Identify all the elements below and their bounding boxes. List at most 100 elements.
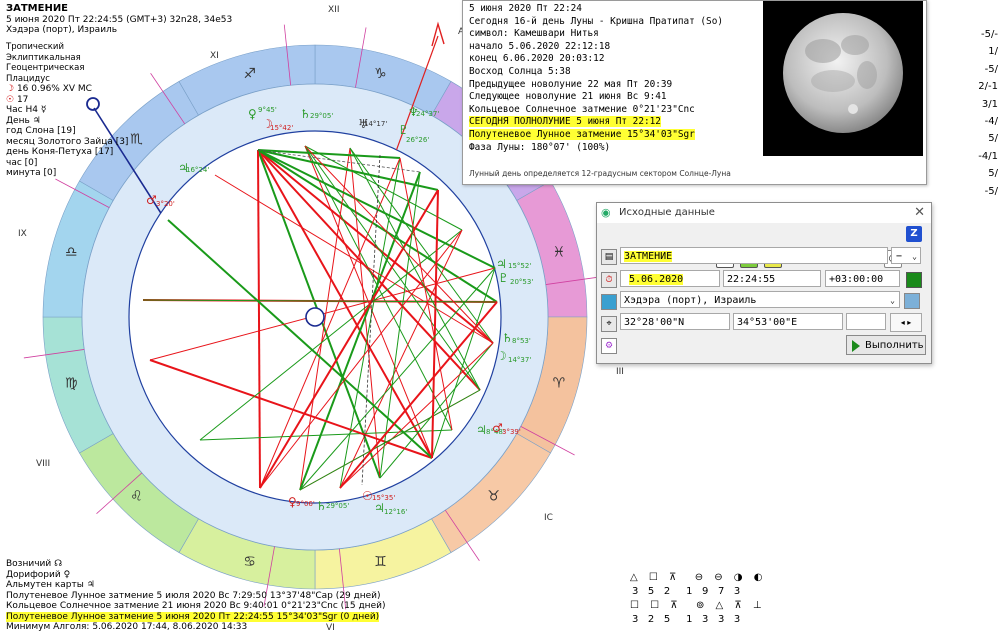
edge-value: 5/ (988, 133, 998, 145)
dialog-titlebar[interactable]: ◉ Исходные данные ✕ (597, 203, 931, 223)
edge-value: -4/ (984, 116, 998, 128)
zodiac-glyph-icon: ♑ (374, 66, 387, 82)
clock-icon[interactable]: ⏱ (601, 272, 617, 288)
dialog-toolbar: ⧉ 📋 ▤ ▪ ▫ K L H ♥ ☀ ◎ S ▭ ○ ◌ (600, 226, 926, 268)
aspect-values-row2: 3 2 5 1 3 3 3 (632, 614, 741, 625)
jupiter-icon: ♃ (86, 580, 95, 590)
planet-degree-label: 3°39' (502, 428, 521, 436)
moon-phase-line: Фаза Луны: 180°07' (100%) (469, 141, 611, 153)
zodiac-glyph-icon: ♉ (487, 489, 500, 505)
planet-degree-label: 8°53' (512, 337, 531, 345)
chart-datetime: 5 июня 2020 Пт 22:24:55 (GMT+3) 32n28, 3… (6, 14, 233, 25)
planet-degree-label: 9°06' (296, 500, 315, 508)
zodiac-glyph-icon: ♈ (553, 375, 566, 391)
edge-value: 1/ (988, 46, 998, 58)
planet-degree-label: 29°05' (326, 502, 349, 510)
planet-r2-icon: ♇ (498, 271, 509, 285)
chevron-down-icon: ⌄ (890, 296, 895, 305)
full-moon-highlight: СЕГОДНЯ ПОЛНОЛУНИЕ 5 июня Пт 22:12 (469, 116, 661, 128)
house-label-viii: VIII (36, 459, 50, 469)
latitude-input[interactable]: 32°28'00"N (620, 313, 730, 330)
hour-value: Час H4 (6, 105, 38, 115)
map-icon[interactable] (904, 293, 920, 309)
moon-line: Кольцевое Солнечное затмение 0°21'23"Cnc (469, 103, 695, 115)
hour-animal-value: час [0] (6, 157, 38, 168)
moon-node-icon: ☊ (54, 559, 63, 569)
edge-value: 3/1 (981, 98, 998, 110)
moon-line: Следующее новолуние 21 июня Вс 9:41 (469, 91, 667, 103)
globe-icon[interactable] (601, 294, 617, 310)
planet-degree-label: 14°17' (364, 120, 387, 128)
moon-info-popup: 5 июня 2020 Пт 22:24 Сегодня 16-й день Л… (462, 0, 927, 185)
eclipse-line: Полутеневое Лунное затмение 5 июля 2020 … (6, 590, 381, 601)
planet-degree-label: 15°42' (270, 124, 293, 132)
planet-r1-icon: ♃ (496, 257, 507, 271)
mc-label: MC (77, 84, 92, 94)
coordinates-icon: ⌖ (601, 316, 617, 332)
month-value: месяц Золотого Зайца [3] (6, 136, 129, 147)
edge-value: -5/ (984, 63, 998, 75)
dialog-title: Исходные данные (619, 207, 715, 218)
name-sign-select[interactable]: − ⌄ (891, 247, 921, 264)
center-circle (305, 307, 325, 327)
eclipse-line: Кольцевое Солнечное затмение 21 июня 202… (6, 601, 386, 611)
house-system: Плацидус (6, 73, 50, 84)
moon-line: 5 июня 2020 Пт 22:24 (469, 3, 582, 14)
bottom-info: Возничий ☊ Дорифорий ♀ Альмутен карты ♃ … (6, 559, 385, 633)
longitude-input[interactable]: 34°53'00"E (733, 313, 843, 330)
center-type: Геоцентрическая (6, 63, 85, 73)
chevron-down-icon: ⌄ (912, 252, 917, 261)
mercury-icon: ☿ (40, 105, 47, 115)
z-button[interactable]: Z (906, 226, 922, 242)
time-input[interactable]: 22:24:55 (723, 270, 821, 287)
moon-line: символ: Камешвари Нитья (469, 28, 599, 40)
status-square[interactable] (906, 272, 922, 288)
timezone-input[interactable]: +03:00:00 (825, 270, 900, 287)
name-input[interactable]: ЗАТМЕНИЕ (620, 247, 888, 264)
edge-value: 5/ (988, 168, 998, 180)
current-eclipse-highlight: Полутеневое Лунное затмение 5 июня 2020 … (6, 611, 380, 622)
planet-degree-label: 24°37' (416, 110, 439, 118)
arrow-icon (431, 21, 445, 47)
play-icon (852, 340, 860, 352)
charioteer-label: Возничий (6, 559, 52, 569)
place-select[interactable]: Хэдэра (порт), Израиль ⌄ (620, 291, 900, 308)
planet-ven-icon: ♀ (248, 107, 257, 121)
zodiac-glyph-icon: ♌ (130, 489, 143, 505)
right-edge-values: -5/- 1/ -5/ 2/-1 3/1 -4/ 5/ -4/1 5/ -5/ (938, 26, 998, 200)
moon-line: начало 5.06.2020 22:12:18 (469, 40, 611, 52)
zodiac-glyph-icon: ♓ (553, 245, 566, 261)
moon-icon: ☽ (6, 84, 15, 94)
run-button[interactable]: Выполнить (846, 335, 926, 355)
venus-icon: ♀ (63, 569, 71, 580)
planet-degree-label: 20°53' (510, 278, 533, 286)
full-moon-image (763, 1, 923, 156)
edge-value: 2/-1 (978, 81, 998, 93)
doryphory-label: Дорифорий (6, 569, 61, 580)
moon-phase-value: 16 0.96% XV (16, 84, 76, 94)
extra-input[interactable] (846, 313, 886, 330)
aspect-values-row1: 3 5 2 1 9 7 3 (632, 586, 741, 597)
settings-icon[interactable]: ⚙ (601, 338, 617, 354)
planet-r4-icon: ☽ (496, 349, 507, 363)
moon-footnote: Лунный день определяется 12-градусным се… (469, 169, 731, 178)
edge-value: -5/- (981, 29, 998, 40)
moon-line: Предыдущее новолуние 22 мая Пт 20:39 (469, 78, 673, 90)
date-input[interactable]: 5.06.2020 (620, 270, 720, 287)
scroll-arrows[interactable]: ◂ ▸ (890, 313, 922, 332)
close-icon[interactable]: ✕ (914, 205, 925, 220)
aspect-counts-panel: △ ☐ ⊼ ⊖ ⊖ ◑ ◐ 3 5 2 1 9 7 3 ☐ ☐ ⊼ ⊚ △ ⊼ … (630, 572, 770, 628)
house-label-xii: XII (328, 5, 339, 15)
zodiac-glyph-icon: ♏ (130, 131, 143, 147)
minute-value: минута [0] (6, 168, 57, 178)
name-field-icon: ▤ (601, 249, 617, 265)
house-label-xi: XI (210, 51, 219, 61)
zodiac-type: Тропический (6, 42, 64, 52)
chart-title: ЗАТМЕНИЕ (6, 3, 69, 14)
app-icon: ◉ (601, 206, 611, 219)
planet-degree-label: 16°24' (186, 166, 209, 174)
planet-degree-label: 9°45' (258, 106, 277, 114)
day-value: День (6, 115, 30, 126)
sun-value: 17 (16, 94, 29, 105)
house-label-ix: IX (18, 229, 27, 239)
